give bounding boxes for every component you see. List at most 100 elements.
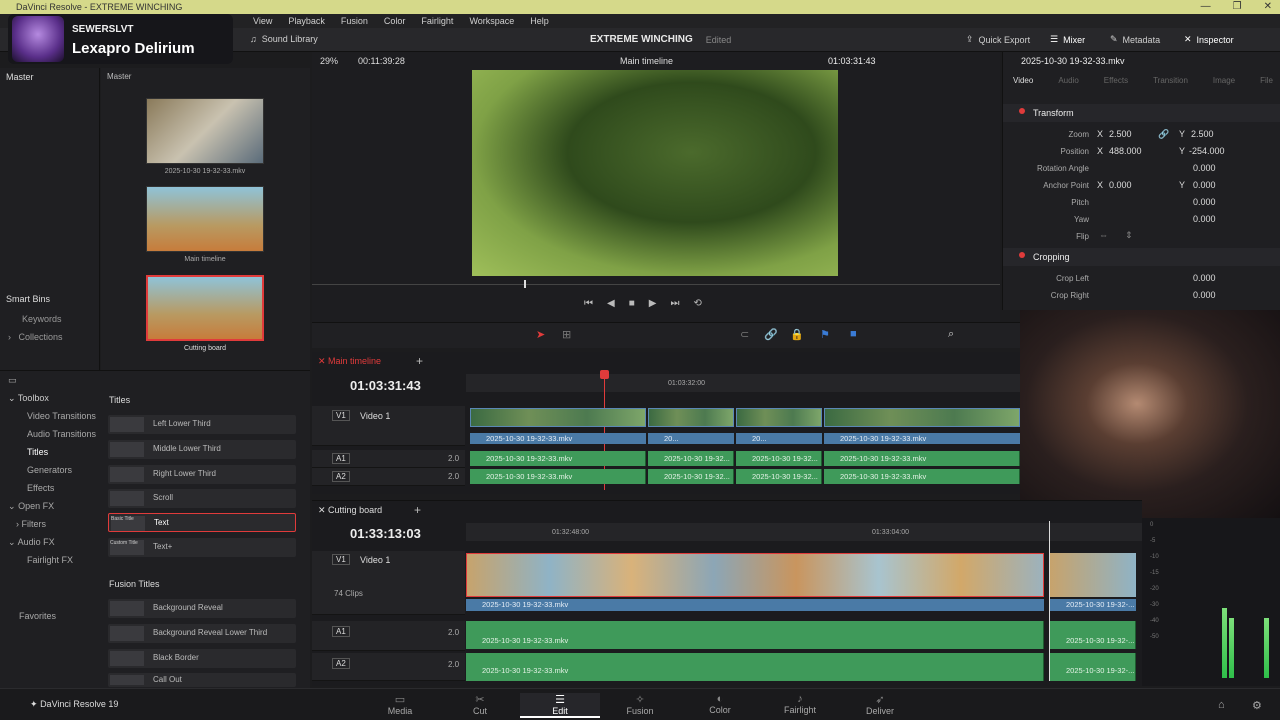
smart-bin-collections[interactable]: › Collections	[8, 332, 63, 342]
anchor-x-field[interactable]: 0.000	[1109, 180, 1132, 190]
page-tab-edit[interactable]: ☰ Edit	[520, 693, 600, 718]
flip-horizontal-icon[interactable]: ⇔	[1099, 230, 1108, 240]
page-tab-color[interactable]: ◐ Color	[685, 693, 755, 715]
inspector-button[interactable]: ✕ Inspector	[1184, 34, 1234, 45]
play-icon[interactable]: ▶	[649, 298, 657, 309]
stop-icon[interactable]: ■	[629, 298, 635, 309]
page-tab-cut[interactable]: ✂ Cut	[445, 693, 515, 716]
step-back-icon[interactable]: ◀	[607, 298, 615, 309]
toolbox-header[interactable]: ⌄ Toolbox	[8, 393, 49, 404]
link-clips-icon[interactable]: 🔗	[764, 328, 778, 341]
effects-panel-icon[interactable]: ▭	[8, 375, 17, 386]
menu-playback[interactable]: Playback	[280, 14, 333, 28]
video-clip[interactable]	[648, 408, 734, 427]
crop-left-field[interactable]: 0.000	[1193, 273, 1216, 283]
viewer-zoom[interactable]: 29%	[320, 56, 338, 66]
page-tab-deliver[interactable]: ➶ Deliver	[845, 693, 915, 716]
pos-y-field[interactable]: -254.000	[1189, 146, 1225, 156]
audio-clip[interactable]: 2025-10-30 19-32...	[736, 451, 822, 466]
cutting-video-strip-next[interactable]	[1050, 553, 1136, 597]
fusion-title-item[interactable]: Black Border	[108, 649, 296, 668]
title-item[interactable]: Scroll	[108, 489, 296, 508]
audio-clip[interactable]: 2025-10-30 19-32-33.mkv	[470, 451, 646, 466]
fusion-title-item[interactable]: Background Reveal	[108, 599, 296, 618]
add-timeline-tab[interactable]: +	[414, 503, 421, 517]
inspector-tab-video[interactable]: Video	[1013, 76, 1033, 85]
category-generators[interactable]: Generators	[27, 465, 72, 475]
transform-enable-dot[interactable]	[1019, 108, 1025, 114]
scrubber-track[interactable]	[312, 284, 1000, 285]
cutting-ruler[interactable]: 01:32:48:00 01:33:04:00	[466, 523, 1142, 541]
inspector-tab-effects[interactable]: Effects	[1104, 76, 1128, 85]
inspector-tab-image[interactable]: Image	[1213, 76, 1235, 85]
audio-clip[interactable]: 2025-10-30 19-32-33.mkv	[470, 469, 646, 484]
title-item[interactable]: Custom Title Text+	[108, 538, 296, 557]
cutting-audio-clip[interactable]: 2025-10-30 19-32-33.mkv	[466, 621, 1044, 649]
video-clip-name[interactable]: 2025-10-30 19-32-33.mkv	[470, 433, 646, 444]
title-item[interactable]: Left Lower Third	[108, 415, 296, 434]
track-tag-v1[interactable]: V1	[332, 554, 350, 565]
bin-master[interactable]: Master	[6, 72, 34, 82]
track-tag-a1[interactable]: A1	[332, 453, 350, 464]
flip-vertical-icon[interactable]: ⇕	[1125, 230, 1133, 241]
page-tab-fusion[interactable]: ✧ Fusion	[605, 693, 675, 716]
lock-icon[interactable]: 🔒	[790, 328, 804, 341]
menu-fairlight[interactable]: Fairlight	[413, 14, 461, 28]
category-open-fx[interactable]: ⌄ Open FX	[8, 501, 54, 512]
scrubber-playhead[interactable]	[524, 280, 526, 288]
timeline-thumbnail-main[interactable]	[146, 186, 264, 252]
fusion-title-item[interactable]: Call Out	[108, 673, 296, 687]
track-tag-v1[interactable]: V1	[332, 410, 350, 421]
inspector-tab-audio[interactable]: Audio	[1058, 76, 1078, 85]
zoom-y-field[interactable]: 2.500	[1191, 129, 1214, 139]
video-clip-name[interactable]: 20...	[736, 433, 822, 444]
category-filters[interactable]: › Filters	[16, 519, 46, 529]
inspector-tab-file[interactable]: File	[1260, 76, 1273, 85]
minimize-button[interactable]: —	[1201, 0, 1211, 14]
timeline-ruler[interactable]: 01:03:32:00	[466, 374, 1020, 392]
flag-icon[interactable]: ⚑	[820, 328, 830, 341]
cutting-audio-clip[interactable]: 2025-10-30 19-32-33.mkv	[466, 653, 1044, 681]
maximize-button[interactable]: ❐	[1233, 0, 1242, 14]
track-tag-a2[interactable]: A2	[332, 471, 350, 482]
video-clip-name[interactable]: 2025-10-30 19-32-33.mkv	[824, 433, 1020, 444]
snapping-icon[interactable]: ⊂	[740, 328, 749, 341]
timeline-thumbnail-cutting[interactable]	[146, 275, 264, 341]
trim-tool-icon[interactable]: ⊞	[562, 328, 571, 341]
fusion-title-item[interactable]: Background Reveal Lower Third	[108, 624, 296, 643]
audio-clip[interactable]: 2025-10-30 19-32...	[648, 451, 734, 466]
transform-section-header[interactable]: Transform	[1003, 104, 1280, 122]
track-tag-a2[interactable]: A2	[332, 658, 350, 669]
favorites-header[interactable]: Favorites	[19, 611, 56, 621]
cutting-audio-clip[interactable]: 2025-10-30 19-32-...	[1050, 653, 1136, 681]
pitch-field[interactable]: 0.000	[1193, 197, 1216, 207]
skip-start-icon[interactable]: ⏮	[584, 298, 593, 309]
add-timeline-tab[interactable]: +	[416, 354, 423, 368]
cropping-enable-dot[interactable]	[1019, 252, 1025, 258]
category-video-transitions[interactable]: Video Transitions	[27, 411, 96, 421]
crop-right-field[interactable]: 0.000	[1193, 290, 1216, 300]
page-tab-media[interactable]: ▭ Media	[365, 693, 435, 716]
zoom-icon[interactable]: ⌕	[948, 328, 954, 341]
category-audio-transitions[interactable]: Audio Transitions	[27, 429, 96, 439]
media-clip-thumbnail[interactable]	[146, 98, 264, 164]
video-frame[interactable]	[472, 70, 838, 276]
video-clip[interactable]	[736, 408, 822, 427]
anchor-y-field[interactable]: 0.000	[1193, 180, 1216, 190]
audio-clip[interactable]: 2025-10-30 19-32...	[736, 469, 822, 484]
viewer-timeline-name[interactable]: Main timeline	[620, 56, 673, 66]
audio-clip[interactable]: 2025-10-30 19-32-33.mkv	[824, 451, 1020, 466]
category-fairlight-fx[interactable]: Fairlight FX	[27, 555, 73, 565]
cutting-clip-name[interactable]: 2025-10-30 19-32-...	[1050, 599, 1136, 611]
video-clip[interactable]	[824, 408, 1020, 427]
yaw-field[interactable]: 0.000	[1193, 214, 1216, 224]
title-item[interactable]: Middle Lower Third	[108, 440, 296, 459]
cutting-audio-clip[interactable]: 2025-10-30 19-32-...	[1050, 621, 1136, 649]
video-clip[interactable]	[470, 408, 646, 427]
title-item[interactable]: Right Lower Third	[108, 465, 296, 484]
smart-bin-keywords[interactable]: Keywords	[22, 314, 62, 324]
home-icon[interactable]: ⌂	[1218, 699, 1225, 711]
pos-x-field[interactable]: 488.000	[1109, 146, 1142, 156]
metadata-button[interactable]: ✎ Metadata	[1110, 34, 1160, 45]
marker-icon[interactable]: ■	[850, 328, 857, 340]
